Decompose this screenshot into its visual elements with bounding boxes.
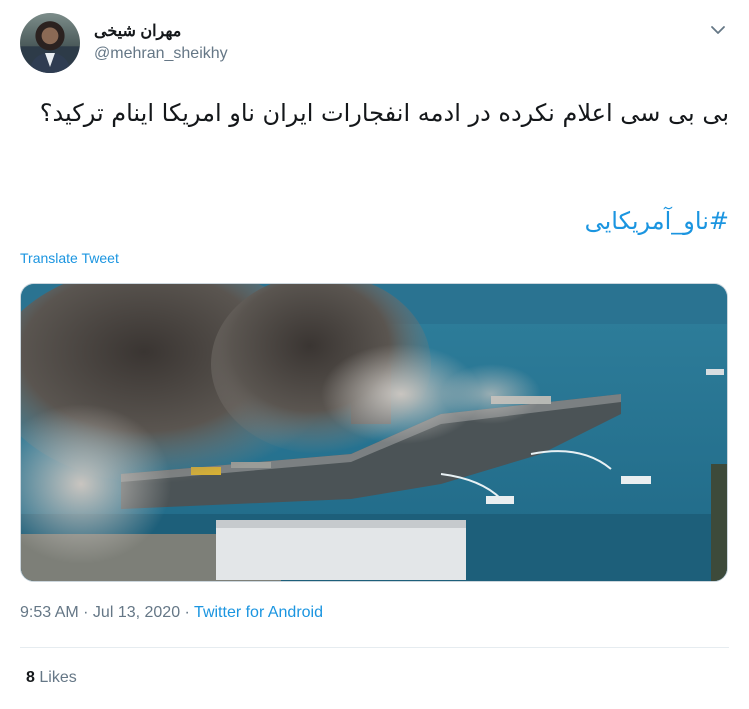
translate-tweet-link[interactable]: Translate Tweet <box>20 250 119 266</box>
meta-separator: · <box>180 604 195 621</box>
tweet-source-link[interactable]: Twitter for Android <box>194 604 323 621</box>
burning-ship-photo-icon <box>21 284 727 581</box>
tweet-meta: 9:53 AM · Jul 13, 2020 · Twitter for And… <box>20 604 323 622</box>
author-display-name[interactable]: مهران شیخی <box>94 21 181 41</box>
divider <box>20 647 729 648</box>
tweet-media-photo[interactable] <box>20 283 728 582</box>
author-handle[interactable]: @mehran_sheikhy <box>94 45 228 63</box>
hashtag-link[interactable]: #ناو_آمریکایی <box>585 204 729 238</box>
tweet-date[interactable]: Jul 13, 2020 <box>93 604 180 621</box>
avatar[interactable] <box>20 13 80 73</box>
tweet-card: مهران شیخی @mehran_sheikhy بی بی سی اعلا… <box>0 0 749 709</box>
meta-separator: · <box>78 604 93 621</box>
likes-label: Likes <box>39 669 77 686</box>
tweet-header: مهران شیخی @mehran_sheikhy <box>20 13 729 75</box>
chevron-down-icon[interactable] <box>707 19 729 41</box>
likes-count-link[interactable]: 8 Likes <box>26 669 77 687</box>
tweet-time[interactable]: 9:53 AM <box>20 604 79 621</box>
tweet-text: بی بی سی اعلام نکرده در ادمه انفجارات ای… <box>39 99 729 127</box>
likes-count: 8 <box>26 669 35 686</box>
